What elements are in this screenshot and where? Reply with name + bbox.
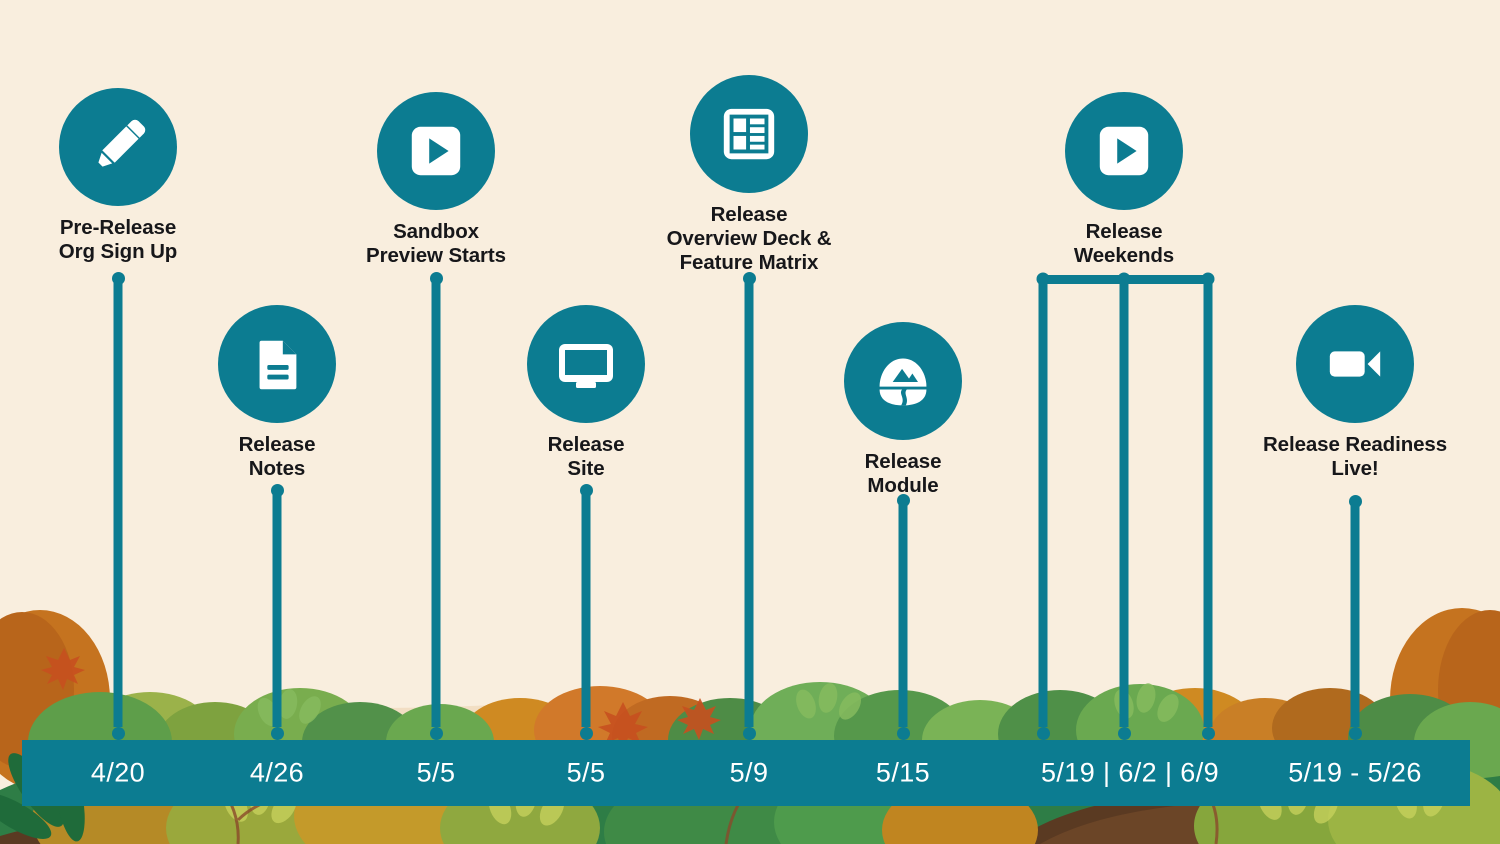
milestone-icon-bubble[interactable] (218, 305, 336, 423)
connector-release-weekend-3 (1201, 283, 1215, 740)
connector-release-module (896, 494, 910, 740)
milestone-label: Release Site (547, 433, 625, 481)
milestone-label: Sandbox Preview Starts (366, 220, 506, 268)
timeline-date-bar: 4/20 4/26 5/5 5/5 5/9 5/15 5/19 | 6/2 | … (22, 740, 1470, 806)
connector-bottom-dot (270, 727, 284, 740)
connector-release-weekend-1 (1036, 283, 1050, 740)
timeline-infographic: Pre-Release Org Sign Up Release Notes Sa… (0, 0, 1500, 844)
document-icon (246, 333, 308, 395)
connector-dashes (272, 490, 282, 727)
connector-bottom-dot (1348, 727, 1362, 740)
milestone-label: Release Readiness Live! (1262, 433, 1448, 481)
milestone-label: Pre-Release Org Sign Up (58, 216, 178, 264)
connector-bottom-dot (742, 727, 756, 740)
connector-release-site (579, 484, 593, 740)
connector-dashes (431, 278, 441, 727)
milestone-release-readiness-live[interactable]: Release Readiness Live! (1225, 305, 1485, 481)
connector-dashes (744, 278, 754, 727)
connector-bottom-dot (111, 727, 125, 740)
connector-dashes (1038, 283, 1048, 727)
date-label-4-20: 4/20 (90, 757, 146, 788)
milestone-icon-bubble[interactable] (690, 75, 808, 193)
date-label-5-15: 5/15 (875, 757, 931, 788)
milestone-icon-bubble[interactable] (1296, 305, 1414, 423)
date-label-5-5-site: 5/5 (566, 757, 606, 788)
connector-dashes (113, 278, 123, 727)
milestone-pre-release-org-sign-up[interactable]: Pre-Release Org Sign Up (3, 88, 233, 264)
connector-release-overview-deck (742, 272, 756, 740)
milestone-release-weekends[interactable]: Release Weekends (1009, 92, 1239, 268)
milestone-icon-bubble[interactable] (527, 305, 645, 423)
connector-sandbox-preview-starts (429, 272, 443, 740)
connector-bottom-dot (1201, 727, 1215, 740)
milestone-release-site[interactable]: Release Site (471, 305, 701, 481)
milestone-icon-bubble[interactable] (1065, 92, 1183, 210)
milestone-label: Release Weekends (1073, 220, 1175, 268)
connector-bottom-dot (579, 727, 593, 740)
milestone-label: Release Module (864, 450, 942, 498)
connector-release-notes (270, 484, 284, 740)
date-label-5-9: 5/9 (729, 757, 769, 788)
connector-dashes (1203, 283, 1213, 727)
milestone-label: Release Notes (238, 433, 316, 481)
milestone-release-overview-deck[interactable]: Release Overview Deck & Feature Matrix (634, 75, 864, 276)
date-label-5-19-5-26: 5/19 - 5/26 (1288, 757, 1422, 788)
date-label-release-weekends: 5/19 | 6/2 | 6/9 (1040, 757, 1220, 788)
layout-grid-icon (718, 103, 780, 165)
date-label-5-5-sandbox: 5/5 (416, 757, 456, 788)
milestone-release-notes[interactable]: Release Notes (162, 305, 392, 481)
connector-pre-release-org-sign-up (111, 272, 125, 740)
play-icon (1093, 120, 1155, 182)
connector-bottom-dot (1117, 727, 1131, 740)
connector-release-readiness-live (1348, 495, 1362, 740)
play-icon (405, 120, 467, 182)
video-camera-icon (1324, 333, 1386, 395)
milestone-icon-bubble[interactable] (377, 92, 495, 210)
milestone-icon-bubble[interactable] (844, 322, 962, 440)
connector-dashes (1119, 283, 1129, 727)
trailhead-mountain-icon (873, 351, 933, 411)
milestone-sandbox-preview-starts[interactable]: Sandbox Preview Starts (321, 92, 551, 268)
connector-dashes (1350, 501, 1360, 727)
connector-bottom-dot (1036, 727, 1050, 740)
milestone-label: Release Overview Deck & Feature Matrix (666, 203, 832, 275)
milestone-release-module[interactable]: Release Module (788, 322, 1018, 498)
pencil-icon (85, 114, 151, 180)
connector-release-weekend-2 (1117, 283, 1131, 740)
connector-dashes (581, 490, 591, 727)
date-label-4-26: 4/26 (249, 757, 305, 788)
connector-bottom-dot (429, 727, 443, 740)
connector-bottom-dot (896, 727, 910, 740)
connector-dashes (898, 500, 908, 727)
monitor-icon (554, 332, 618, 396)
milestone-icon-bubble[interactable] (59, 88, 177, 206)
